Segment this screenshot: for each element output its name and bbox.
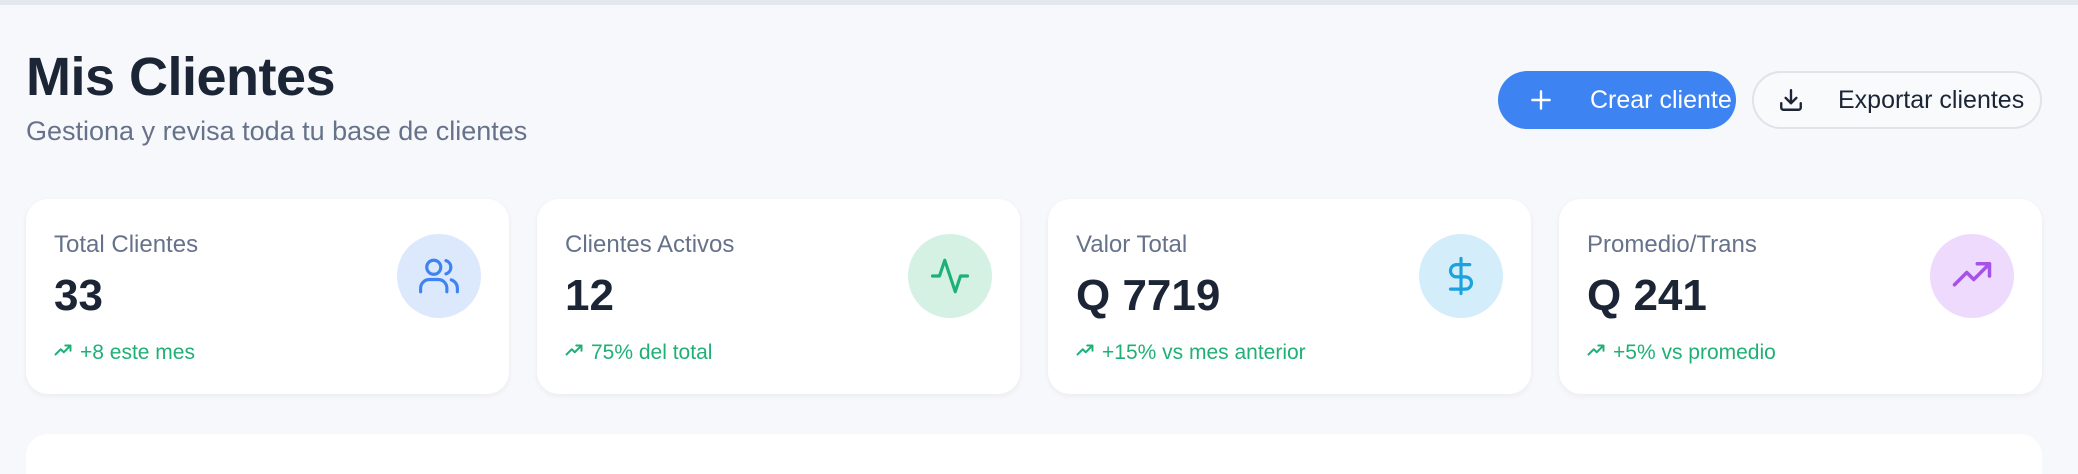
stat-card-total-value: Valor Total Q 7719 +15% vs mes anterior bbox=[1048, 199, 1531, 394]
top-divider bbox=[0, 0, 2078, 5]
stat-trend: 75% del total bbox=[565, 341, 712, 365]
page-subtitle: Gestiona y revisa toda tu base de client… bbox=[26, 116, 528, 146]
stat-card-total-clients: Total Clientes 33 +8 este mes bbox=[26, 199, 509, 394]
stat-value: 12 bbox=[565, 271, 614, 320]
trending-up-icon bbox=[1930, 234, 2014, 318]
stat-card-average-transaction: Promedio/Trans Q 241 +5% vs promedio bbox=[1559, 199, 2042, 394]
stat-trend: +8 este mes bbox=[54, 341, 195, 365]
stat-trend: +5% vs promedio bbox=[1587, 341, 1776, 365]
trend-up-icon bbox=[565, 341, 583, 365]
stat-value: Q 241 bbox=[1587, 271, 1707, 320]
stat-card-active-clients: Clientes Activos 12 75% del total bbox=[537, 199, 1020, 394]
plus-icon bbox=[1528, 87, 1554, 113]
stat-label: Valor Total bbox=[1076, 231, 1188, 258]
stat-label: Total Clientes bbox=[54, 231, 199, 258]
create-client-button[interactable]: Crear cliente bbox=[1498, 71, 1736, 129]
stat-trend-text: +15% vs mes anterior bbox=[1102, 341, 1306, 364]
activity-icon bbox=[908, 234, 992, 318]
stats-cards: Total Clientes 33 +8 este mes Clientes A… bbox=[26, 199, 2042, 394]
trend-up-icon bbox=[1587, 341, 1605, 365]
stat-value: 33 bbox=[54, 271, 103, 320]
stat-trend-text: +8 este mes bbox=[80, 341, 195, 364]
users-icon bbox=[397, 234, 481, 318]
stat-trend: +15% vs mes anterior bbox=[1076, 341, 1306, 365]
trend-up-icon bbox=[54, 341, 72, 365]
dollar-icon bbox=[1419, 234, 1503, 318]
trend-up-icon bbox=[1076, 341, 1094, 365]
download-icon bbox=[1778, 87, 1804, 113]
content-panel bbox=[26, 434, 2042, 474]
header-actions: Crear cliente Exportar clientes bbox=[1498, 71, 2042, 129]
stat-value: Q 7719 bbox=[1076, 271, 1221, 320]
page-header: Mis Clientes Gestiona y revisa toda tu b… bbox=[26, 46, 1026, 148]
stat-trend-text: +5% vs promedio bbox=[1613, 341, 1776, 364]
export-clients-button[interactable]: Exportar clientes bbox=[1752, 71, 2042, 129]
create-client-label: Crear cliente bbox=[1590, 85, 1732, 114]
stat-label: Clientes Activos bbox=[565, 231, 735, 258]
page-title: Mis Clientes bbox=[26, 47, 336, 107]
stat-label: Promedio/Trans bbox=[1587, 231, 1757, 258]
export-clients-label: Exportar clientes bbox=[1838, 85, 2025, 114]
stat-trend-text: 75% del total bbox=[591, 341, 713, 364]
